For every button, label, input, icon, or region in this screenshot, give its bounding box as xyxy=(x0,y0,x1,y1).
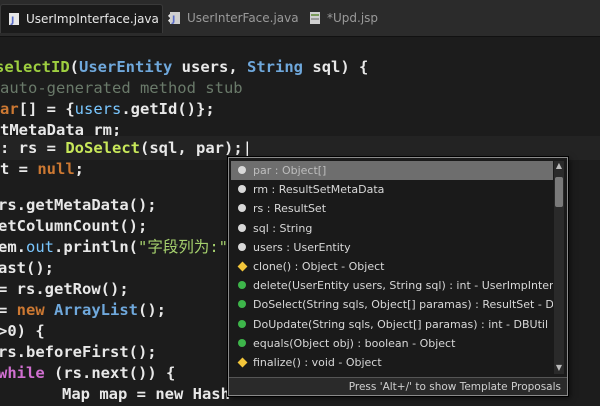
tab-upd-jsp[interactable]: *Upd.jsp xyxy=(302,4,402,32)
proposal-label: DoSelect(String sqls, Object[] paramas) … xyxy=(253,298,553,312)
popup-status-bar: Press 'Alt+/' to show Template Proposals xyxy=(229,377,567,395)
proposal-label: users : UserEntity xyxy=(253,240,351,254)
proposal-label: rm : ResultSetMetaData xyxy=(253,183,385,197)
proposal-label: rs : ResultSet xyxy=(253,202,327,216)
tab-label: UserImpInterface.java xyxy=(26,12,159,26)
local-variable-icon xyxy=(238,223,246,232)
tab-userinterface[interactable]: J UserInterFace.java xyxy=(162,4,302,32)
scroll-up-arrow-icon[interactable]: ▲ xyxy=(554,161,564,171)
proposal-label: clone() : Object - Object xyxy=(253,259,385,273)
jsp-file-icon xyxy=(308,11,322,25)
tab-label: UserInterFace.java xyxy=(187,11,299,25)
proposal-label: par : Object[] xyxy=(253,164,327,177)
proposal-label: finalize() : void - Object xyxy=(253,355,382,369)
proposal-item[interactable]: par : Object[] xyxy=(231,161,553,181)
proposal-item[interactable]: clone() : Object - Object xyxy=(231,257,553,276)
proposal-label: sql : String xyxy=(253,221,313,235)
code-line: Map map = new Hash xyxy=(62,385,230,403)
content-assist-popup: par : Object[] rm : ResultSetMetaData rs :… xyxy=(228,157,568,396)
public-method-icon xyxy=(238,319,246,328)
code-line: t = null; xyxy=(0,160,84,178)
proposal-item[interactable]: sql : String xyxy=(231,219,553,238)
java-file-icon: J xyxy=(168,11,182,25)
editor-tab-bar: J UserImpInterface.java ✖ J UserInterFac… xyxy=(0,0,600,37)
local-variable-icon xyxy=(238,185,246,194)
scroll-down-arrow-icon[interactable]: ▼ xyxy=(554,363,564,373)
public-method-icon xyxy=(238,300,246,309)
method-diamond-icon xyxy=(237,261,248,272)
proposal-item[interactable]: equals(Object obj) : boolean - Object xyxy=(231,334,553,353)
tab-label: *Upd.jsp xyxy=(327,11,379,25)
proposal-label: DoUpdate(String sqls, Object[] paramas) … xyxy=(253,317,549,331)
proposal-item[interactable]: rm : ResultSetMetaData xyxy=(231,180,553,199)
public-method-icon xyxy=(238,281,246,290)
local-variable-icon xyxy=(238,242,246,251)
svg-text:J: J xyxy=(10,16,14,26)
svg-text:J: J xyxy=(171,15,175,25)
proposal-item[interactable]: finalize() : void - Object xyxy=(231,353,553,372)
proposal-item[interactable]: users : UserEntity xyxy=(231,238,553,257)
local-variable-icon xyxy=(238,204,246,213)
proposal-label: delete(UserEntity users, String sql) : i… xyxy=(253,279,553,293)
scroll-thumb[interactable] xyxy=(555,177,563,207)
proposal-list[interactable]: par : Object[] rm : ResultSetMetaData rs :… xyxy=(231,161,553,374)
local-variable-icon xyxy=(238,166,246,174)
public-method-icon xyxy=(238,338,246,347)
proposal-label: equals(Object obj) : boolean - Object xyxy=(253,336,456,350)
method-diamond-icon xyxy=(237,357,248,368)
java-file-icon: J xyxy=(7,12,21,26)
proposal-item[interactable]: DoSelect(String sqls, Object[] paramas) … xyxy=(231,295,553,314)
proposal-item[interactable]: DoUpdate(String sqls, Object[] paramas) … xyxy=(231,315,553,334)
proposal-item[interactable]: delete(UserEntity users, String sql) : i… xyxy=(231,276,553,295)
tab-userimpinterface[interactable]: J UserImpInterface.java ✖ xyxy=(0,4,178,33)
proposal-item[interactable]: rs : ResultSet xyxy=(231,199,553,218)
